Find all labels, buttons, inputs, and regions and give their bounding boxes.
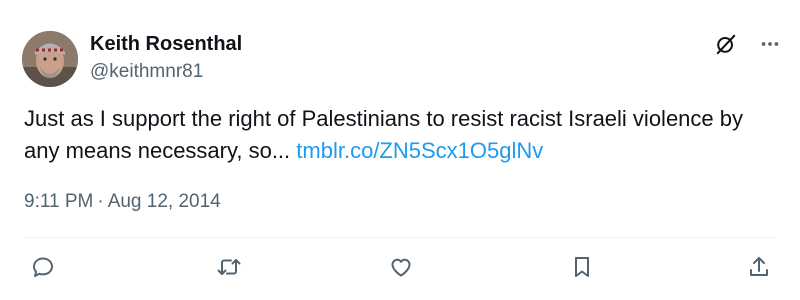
bookmark-icon bbox=[571, 255, 593, 284]
reply-icon bbox=[31, 255, 55, 284]
tweet-link[interactable]: tmblr.co/ZN5Scx1O5glNv bbox=[296, 138, 543, 163]
tweet-top-actions bbox=[714, 32, 782, 56]
bookmark-button[interactable] bbox=[567, 254, 597, 284]
retweet-icon bbox=[216, 255, 242, 284]
share-icon bbox=[747, 255, 771, 284]
retweet-button[interactable] bbox=[214, 254, 244, 284]
avatar[interactable] bbox=[22, 31, 78, 87]
tweet-card: Keith Rosenthal @keithmnr81 Just as I su… bbox=[0, 0, 800, 300]
author-handle[interactable]: @keithmnr81 bbox=[90, 60, 242, 84]
timestamp-separator: · bbox=[97, 191, 104, 212]
share-button[interactable] bbox=[744, 254, 774, 284]
tweet-date: Aug 12, 2014 bbox=[107, 191, 221, 212]
like-icon bbox=[389, 255, 413, 284]
tweet-timestamp[interactable]: 9:11 PM · Aug 12, 2014 bbox=[24, 190, 221, 214]
tweet-action-bar bbox=[0, 254, 800, 284]
tweet-author: Keith Rosenthal @keithmnr81 bbox=[90, 32, 242, 84]
tweet-time: 9:11 PM bbox=[24, 191, 94, 212]
like-button[interactable] bbox=[386, 254, 416, 284]
more-icon[interactable] bbox=[758, 32, 782, 56]
tweet-text: Just as I support the right of Palestini… bbox=[24, 103, 784, 167]
grok-icon[interactable] bbox=[714, 32, 738, 56]
author-display-name[interactable]: Keith Rosenthal bbox=[90, 32, 242, 56]
reply-button[interactable] bbox=[28, 254, 58, 284]
divider bbox=[24, 237, 776, 238]
